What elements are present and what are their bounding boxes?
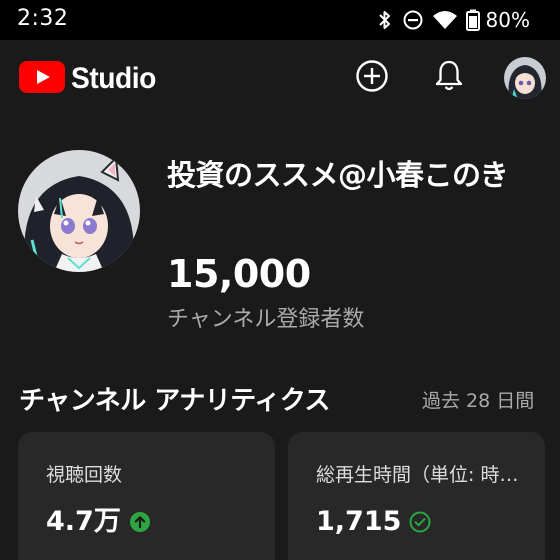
account-avatar[interactable] xyxy=(504,57,546,99)
bluetooth-icon xyxy=(376,9,394,31)
check-circle-icon xyxy=(409,511,431,533)
wifi-icon xyxy=(432,9,458,31)
do-not-disturb-icon xyxy=(402,9,424,31)
views-value: 4.7万 xyxy=(46,506,121,537)
watch-time-value-row: 1,715 xyxy=(316,502,431,542)
views-card[interactable]: 視聴回数 4.7万 xyxy=(18,432,275,560)
views-value-row: 4.7万 xyxy=(46,502,151,542)
create-button[interactable] xyxy=(353,59,391,97)
studio-logo-text: Studio xyxy=(71,62,156,95)
analytics-title[interactable]: チャンネル アナリティクス xyxy=(19,381,417,421)
subscriber-label: チャンネル登録者数 xyxy=(167,307,365,332)
studio-logo[interactable]: Studio xyxy=(19,61,161,97)
period-label: 過去 28 日間 xyxy=(422,390,535,412)
views-label: 視聴回数 xyxy=(46,464,123,486)
watch-time-value: 1,715 xyxy=(316,506,402,537)
youtube-logo-icon xyxy=(19,61,65,97)
status-bar: 2:32 80% xyxy=(0,0,560,40)
youtube-studio-screen: 2:32 80% Studio 投資のススメ@小春このき 15,000 チャンネ… xyxy=(0,0,560,560)
plus-circle-icon xyxy=(355,59,389,97)
arrow-up-circle-icon xyxy=(129,511,151,533)
status-icons: 80% xyxy=(376,6,530,34)
notifications-button[interactable] xyxy=(430,59,468,97)
battery-percent: 80% xyxy=(485,8,530,32)
watch-time-card[interactable]: 総再生時間（単位: 時間） 1,715 xyxy=(288,432,545,560)
bell-icon xyxy=(434,59,464,97)
channel-avatar[interactable] xyxy=(18,150,140,272)
watch-time-label: 総再生時間（単位: 時間） xyxy=(316,464,526,486)
battery-icon xyxy=(465,9,480,31)
subscriber-count: 15,000 xyxy=(167,252,311,296)
app-header: Studio xyxy=(0,40,560,116)
status-time: 2:32 xyxy=(17,6,69,31)
channel-name: 投資のススメ@小春このき xyxy=(167,158,509,192)
